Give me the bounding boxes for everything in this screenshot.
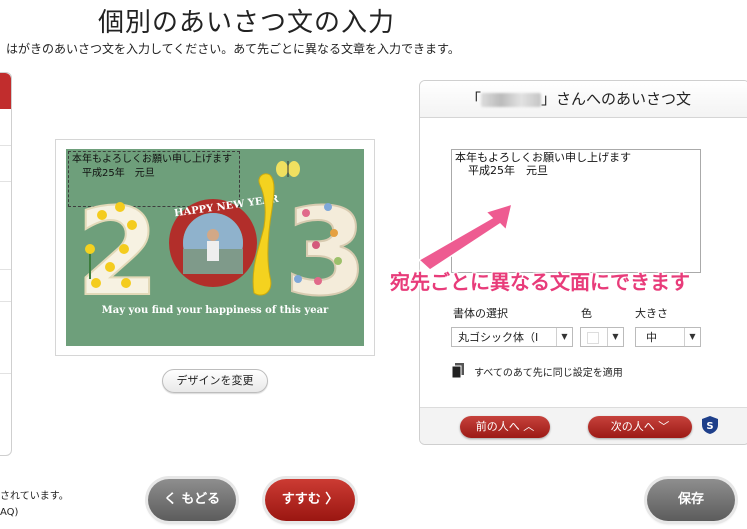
left-panel-divider — [0, 181, 11, 182]
help-shield-icon[interactable]: S — [702, 416, 718, 434]
help-icon-letter: S — [706, 421, 713, 432]
textarea-line: 平成25年 元旦 — [468, 164, 548, 177]
year-digit-0-ring — [169, 199, 257, 287]
size-label: 大きさ — [635, 307, 668, 320]
back-button[interactable]: く もどる — [148, 479, 236, 521]
greeting-textarea[interactable]: 本年もよろしくお願い申し上げます 平成25年 元旦 — [451, 149, 701, 273]
save-button[interactable]: 保存 — [647, 479, 735, 521]
size-select[interactable]: 中 ▼ — [635, 327, 701, 347]
callout-text: 宛先ごとに異なる文面にできます — [390, 270, 690, 294]
font-select-value: 丸ゴシック体（I — [458, 331, 539, 344]
left-faq-link[interactable]: AQ) — [0, 507, 18, 518]
digit-dots — [91, 202, 137, 288]
left-panel-divider — [0, 373, 11, 374]
change-design-button[interactable]: デザインを変更 — [162, 369, 268, 393]
font-select[interactable]: 丸ゴシック体（I ▼ — [451, 327, 573, 347]
panel-footer: 前の人へ ︿ 次の人へ ﹀ S — [420, 407, 747, 444]
photo-circle — [183, 213, 243, 273]
panel-header-open: 「 — [466, 90, 482, 108]
font-label: 書体の選択 — [453, 307, 508, 320]
left-panel-divider — [0, 269, 11, 270]
postcard-preview: 本年もよろしくお願い申し上げます 平成25年 元旦 2 HAPPY NEW YE… — [66, 149, 364, 346]
chevron-down-icon: ▼ — [684, 328, 700, 346]
left-side-panel — [0, 72, 12, 456]
card-tagline: May you find your happiness of this year — [101, 305, 329, 316]
chevron-down-icon: ▼ — [556, 328, 572, 346]
apply-all-link[interactable]: すべてのあて先に同じ設定を適用 — [474, 364, 623, 379]
textarea-line: 本年もよろしくお願い申し上げます — [455, 151, 631, 164]
size-select-value: 中 — [646, 331, 657, 344]
flower-icon — [85, 244, 95, 279]
panel-header-close: 」さんへのあいさつ文 — [541, 90, 692, 108]
snake-figure — [252, 173, 275, 296]
page-title: 個別のあいさつ文の入力 — [98, 8, 396, 38]
color-swatch — [587, 332, 599, 344]
digit-flowers — [294, 203, 342, 285]
card-message-line: 本年もよろしくお願い申し上げます — [72, 154, 232, 165]
left-panel-divider — [0, 145, 11, 146]
color-label: 色 — [581, 307, 592, 320]
next-button[interactable]: すすむ 〉 — [265, 479, 355, 521]
recipient-name-blurred — [481, 92, 542, 107]
panel-header: 「 」さんへのあいさつ文 — [420, 81, 747, 118]
page-subtitle: はがきのあいさつ文を入力してください。あて先ごとに異なる文章を入力できます。 — [6, 42, 460, 56]
card-message-line: 平成25年 元旦 — [82, 168, 155, 179]
card-preview-frame: 本年もよろしくお願い申し上げます 平成25年 元旦 2 HAPPY NEW YE… — [55, 139, 375, 356]
prev-person-button[interactable]: 前の人へ ︿ — [460, 416, 550, 438]
left-panel-header — [0, 73, 11, 109]
greeting-edit-panel: 「 」さんへのあいさつ文 本年もよろしくお願い申し上げます 平成25年 元旦 書体… — [419, 80, 747, 445]
color-select[interactable]: ▼ — [580, 327, 624, 347]
chevron-down-icon: ▼ — [607, 328, 623, 346]
copy-settings-icon[interactable] — [451, 363, 465, 379]
card-message-box[interactable]: 本年もよろしくお願い申し上げます 平成25年 元旦 — [68, 151, 240, 207]
butterfly-icon — [276, 161, 300, 177]
next-person-button[interactable]: 次の人へ ﹀ — [588, 416, 692, 438]
year-digit-3: 3 — [284, 184, 364, 323]
left-panel-divider — [0, 301, 11, 302]
left-note: されています。 — [0, 491, 69, 502]
